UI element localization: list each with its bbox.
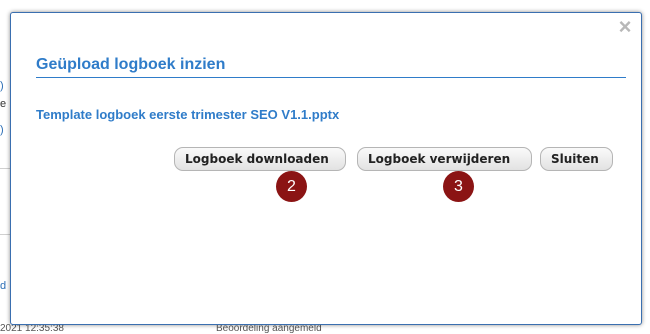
background-link-fragment[interactable]: ) [0,124,4,136]
close-icon[interactable]: × [617,16,633,38]
background-link-fragment[interactable]: ) [0,80,4,92]
background-status-row: 2021 12:35:38 Beoordeling aangemeld [0,324,650,334]
title-divider [36,77,626,78]
background-status-message: Beoordeling aangemeld [216,324,322,334]
background-link-fragment[interactable]: d [0,280,6,292]
step-badge-delete: 3 [443,171,474,202]
background-timestamp: 2021 12:35:38 [0,324,64,334]
background-divider [0,234,10,235]
background-divider [0,168,10,169]
background-text-fragment: e [0,98,7,110]
delete-logbook-button[interactable]: Logboek verwijderen [357,147,532,171]
uploaded-file-link[interactable]: Template logboek eerste trimester SEO V1… [36,107,339,122]
close-dialog-button[interactable]: Sluiten [540,147,613,171]
step-badge-download: 2 [276,171,307,202]
logbook-dialog: × Geüpload logboek inzien Template logbo… [10,12,642,325]
download-logbook-button[interactable]: Logboek downloaden [174,147,346,171]
dialog-title: Geüpload logboek inzien [36,56,226,73]
